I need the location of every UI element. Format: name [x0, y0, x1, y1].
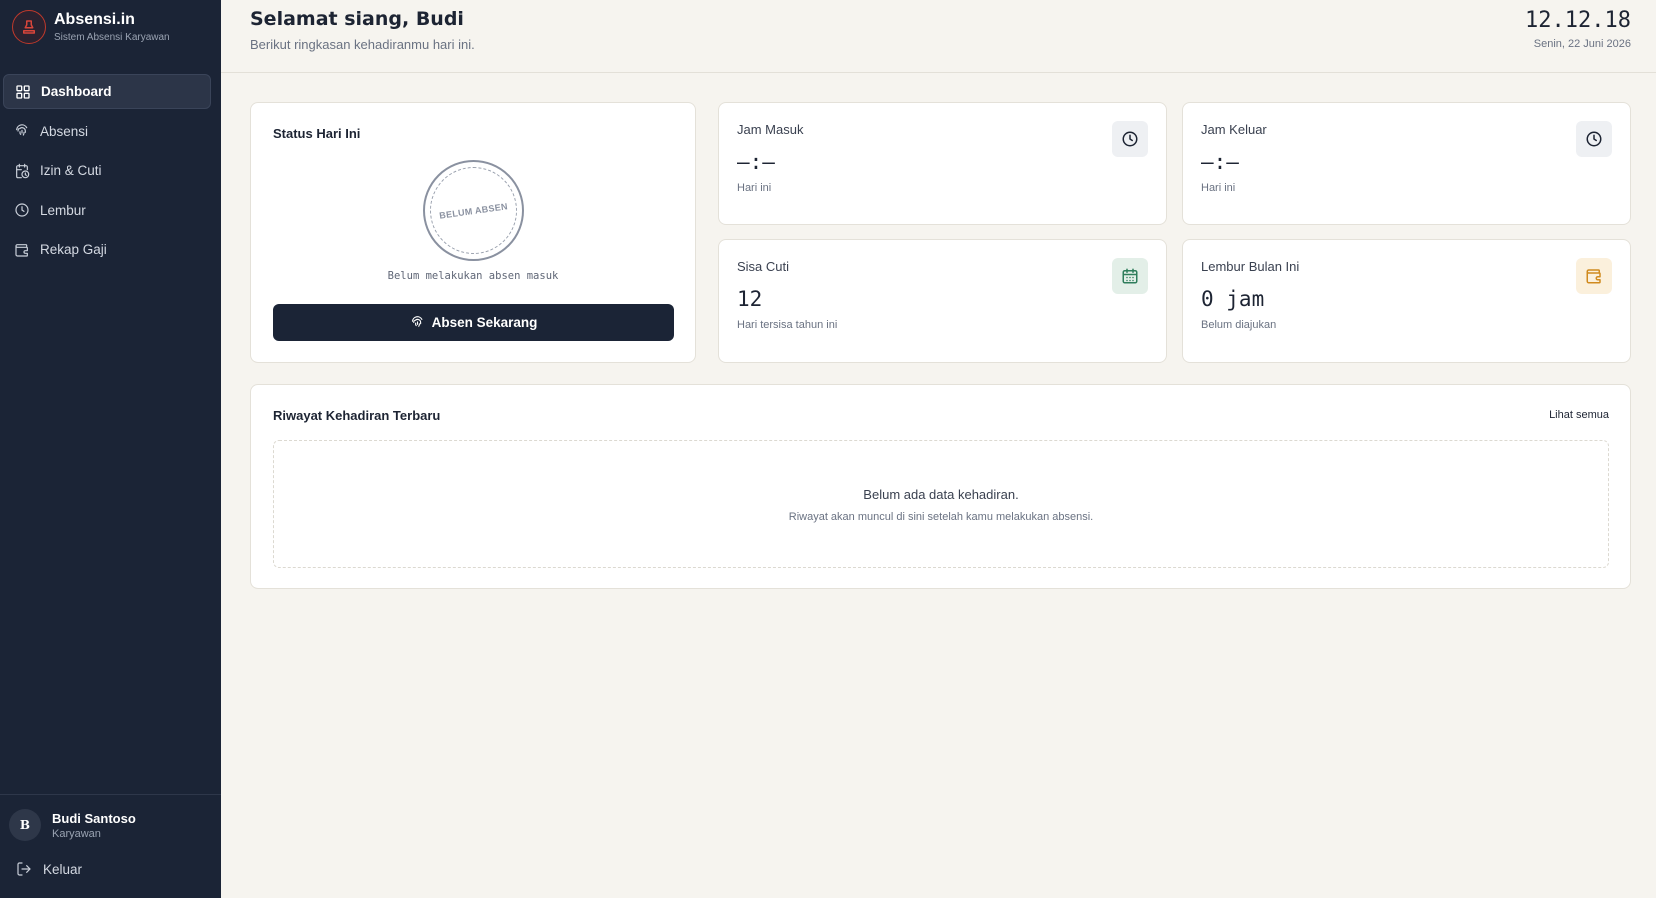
- stat-label: Jam Masuk: [737, 122, 804, 137]
- sidebar-item-label: Lembur: [40, 202, 86, 218]
- stat-card-jam-masuk: Jam Masuk —:— Hari ini: [718, 102, 1167, 225]
- current-date: Senin, 22 Juni 2026: [1533, 38, 1631, 50]
- sidebar-item-label: Dashboard: [41, 84, 112, 99]
- sidebar-footer: B Budi Santoso Karyawan Keluar: [0, 794, 221, 877]
- fingerprint-icon: [410, 315, 432, 330]
- see-all-link[interactable]: Lihat semua: [1549, 409, 1609, 421]
- status-stamp: BELUM ABSEN: [423, 160, 524, 261]
- wallet-icon: [1576, 258, 1612, 294]
- stamp-text: BELUM ABSEN: [438, 200, 509, 221]
- fingerprint-icon: [14, 123, 30, 139]
- calendar-icon: [1112, 258, 1148, 294]
- current-time: 12.12.18: [1525, 8, 1631, 33]
- stat-card-sisa-cuti: Sisa Cuti 12 Hari tersisa tahun ini: [718, 239, 1167, 363]
- sidebar-item-label: Izin & Cuti: [40, 163, 102, 178]
- sidebar-item-lembur[interactable]: Lembur: [3, 193, 211, 228]
- stat-sub: Belum diajukan: [1201, 319, 1277, 331]
- history-title: Riwayat Kehadiran Terbaru: [273, 408, 441, 423]
- attendance-history: Riwayat Kehadiran Terbaru Lihat semua Be…: [250, 384, 1631, 589]
- wallet-icon: [14, 242, 30, 258]
- sidebar-item-absensi[interactable]: Absensi: [3, 114, 211, 149]
- status-card: Status Hari Ini BELUM ABSEN Belum melaku…: [250, 102, 696, 363]
- stat-card-jam-keluar: Jam Keluar —:— Hari ini: [1182, 102, 1631, 225]
- stat-card-lembur: Lembur Bulan Ini 0 jam Belum diajukan: [1182, 239, 1631, 363]
- sidebar-item-dashboard[interactable]: Dashboard: [3, 74, 211, 109]
- user-name: Budi Santoso: [52, 810, 136, 826]
- user-profile[interactable]: B Budi Santoso Karyawan: [9, 809, 136, 841]
- sidebar-item-label: Absensi: [40, 123, 89, 139]
- grid-icon: [15, 84, 31, 100]
- sidebar-item-rekap-gaji[interactable]: Rekap Gaji: [3, 232, 211, 267]
- stat-label: Jam Keluar: [1201, 122, 1267, 137]
- logout-label: Keluar: [43, 861, 83, 877]
- logout-icon: [16, 861, 43, 877]
- logout-button[interactable]: Keluar: [16, 861, 82, 877]
- clock-icon: [1576, 121, 1612, 157]
- absen-now-label: Absen Sekarang: [431, 315, 538, 330]
- brand-tagline: Sistem Absensi Karyawan: [54, 32, 170, 43]
- absen-now-button[interactable]: Absen Sekarang: [273, 304, 674, 341]
- stat-sub: Hari tersisa tahun ini: [737, 319, 838, 331]
- user-role: Karyawan: [52, 827, 101, 840]
- empty-state-subtitle: Riwayat akan muncul di sini setelah kamu…: [788, 511, 1094, 523]
- status-note: Belum melakukan absen masuk: [387, 270, 559, 282]
- stat-sub: Hari ini: [737, 182, 772, 194]
- page-subtitle: Berikut ringkasan kehadiranmu hari ini.: [250, 37, 475, 52]
- brand[interactable]: Absensi.in Sistem Absensi Karyawan: [12, 10, 170, 44]
- sidebar-item-label: Rekap Gaji: [40, 242, 107, 257]
- empty-state-title: Belum ada data kehadiran.: [863, 487, 1019, 502]
- stamp-logo-icon: [12, 10, 46, 44]
- calendar-clock-icon: [14, 163, 30, 179]
- page-header: Selamat siang, Budi Berikut ringkasan ke…: [221, 0, 1656, 73]
- brand-name: Absensi.in: [54, 11, 135, 28]
- stat-label: Lembur Bulan Ini: [1201, 259, 1300, 274]
- clock-icon: [14, 202, 30, 218]
- avatar: B: [9, 809, 41, 841]
- sidebar: Absensi.in Sistem Absensi Karyawan Dashb…: [0, 0, 221, 898]
- stat-value: 12: [737, 287, 763, 311]
- stat-value: —:—: [737, 150, 775, 174]
- sidebar-nav: Dashboard Absensi Izin & Cuti Lembur Rek…: [3, 74, 211, 272]
- sidebar-item-izin-cuti[interactable]: Izin & Cuti: [3, 153, 211, 188]
- stat-label: Sisa Cuti: [737, 259, 790, 274]
- empty-state: Belum ada data kehadiran. Riwayat akan m…: [273, 440, 1609, 568]
- clock-icon: [1112, 121, 1148, 157]
- status-card-title: Status Hari Ini: [273, 126, 361, 141]
- stat-sub: Hari ini: [1201, 182, 1236, 194]
- stat-value: 0 jam: [1201, 287, 1265, 311]
- stat-value: —:—: [1201, 150, 1239, 174]
- page-title: Selamat siang, Budi: [250, 8, 464, 30]
